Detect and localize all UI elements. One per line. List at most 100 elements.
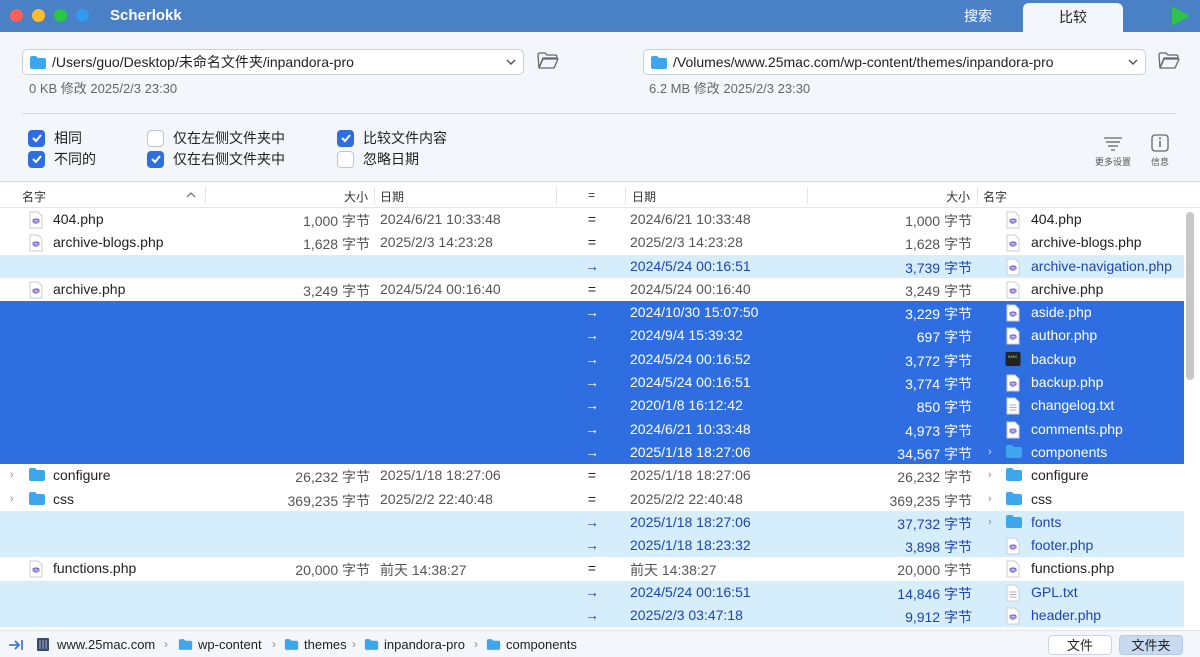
table-row[interactable]: › css 369,235 字节 2025/2/2 22:40:48 = 2025/2/2… xyxy=(0,487,1184,511)
option-ignore-date[interactable]: 忽略日期 xyxy=(337,149,419,169)
right-file-name: 404.php xyxy=(1031,211,1082,227)
option-same[interactable]: 相同 xyxy=(28,128,82,148)
info-label: 信息 xyxy=(1150,157,1169,167)
right-file-size: 3,249 字节 xyxy=(905,282,972,299)
table-row[interactable]: → 2024/10/30 15:07:50 3,229 字节 php aside.php xyxy=(0,301,1184,325)
tab-search[interactable]: 搜索 xyxy=(928,0,1028,32)
checkbox-checked-icon[interactable] xyxy=(28,129,45,147)
table-row[interactable]: php 404.php 1,000 字节 2024/6/21 10:33:48 = 202… xyxy=(0,208,1184,232)
option-left-only[interactable]: 仅在左侧文件夹中 xyxy=(147,128,285,148)
expand-chevron-icon[interactable]: › xyxy=(988,469,992,481)
table-row[interactable]: php functions.php 20,000 字节 前天 14:38:27 = 前天 … xyxy=(0,557,1184,581)
table-row[interactable]: → 2020/1/8 16:12:42 850 字节 changelog.txt xyxy=(0,394,1184,418)
minimize-window-button[interactable] xyxy=(32,9,45,22)
table-row[interactable]: → 2025/1/18 18:23:32 3,898 字节 php footer.php xyxy=(0,534,1184,558)
more-settings-button[interactable]: 更多设置 xyxy=(1091,134,1135,168)
open-folder-icon[interactable] xyxy=(537,52,559,70)
compare-status: → xyxy=(585,327,599,344)
sync-arrow-icon[interactable] xyxy=(8,638,30,652)
table-row[interactable]: → 2025/2/3 03:47:18 9,912 字节 php header.php xyxy=(0,604,1184,628)
table-row[interactable]: → 2025/1/18 18:27:06 37,732 字节 › fonts xyxy=(0,510,1184,535)
compare-header: /Users/guo/Desktop/未命名文件夹/inpandora-pro … xyxy=(0,32,1200,182)
col-name-right[interactable]: 名字 xyxy=(983,188,1007,205)
right-path-info: 6.2 MB 修改 2025/2/3 23:30 xyxy=(649,81,811,96)
table-row[interactable]: php archive-blogs.php 1,628 字节 2025/2/3 14:… xyxy=(0,231,1184,255)
svg-text:php: php xyxy=(32,288,40,293)
php-file-icon: php xyxy=(28,234,44,255)
comparison-list[interactable]: php 404.php 1,000 字节 2024/6/21 10:33:48 = 202… xyxy=(0,208,1184,628)
divider xyxy=(22,113,1176,114)
table-row[interactable]: › configure 26,232 字节 2025/1/18 18:27:06 = 20… xyxy=(0,464,1184,488)
table-row[interactable]: → 2024/9/4 15:39:32 697 字节 php author.php xyxy=(0,324,1184,348)
expand-chevron-icon[interactable]: › xyxy=(10,469,14,481)
svg-text:php: php xyxy=(1009,428,1017,433)
col-date-left[interactable]: 日期 xyxy=(380,188,404,205)
expand-chevron-icon[interactable]: › xyxy=(10,493,14,505)
breadcrumb-4[interactable]: components xyxy=(486,637,577,652)
app-indicator-icon xyxy=(76,9,89,22)
right-path-combo[interactable]: /Volumes/www.25mac.com/wp-content/themes… xyxy=(643,49,1146,75)
col-date-right[interactable]: 日期 xyxy=(632,188,656,205)
php-file-icon: php xyxy=(1005,211,1021,232)
svg-text:exec: exec xyxy=(1008,354,1018,359)
checkbox-checked-icon[interactable] xyxy=(337,129,354,147)
checkbox-unchecked-icon[interactable] xyxy=(147,129,164,147)
breadcrumb-1[interactable]: wp-content xyxy=(178,637,262,652)
table-row[interactable]: php archive.php 3,249 字节 2024/5/24 00:16:40… xyxy=(0,277,1184,302)
right-file-size: 3,229 字节 xyxy=(905,306,972,323)
folder-icon xyxy=(364,639,379,650)
right-file-name: backup.php xyxy=(1031,374,1104,391)
left-path-combo[interactable]: /Users/guo/Desktop/未命名文件夹/inpandora-pro xyxy=(22,49,524,75)
right-file-date: 2025/2/3 14:23:28 xyxy=(630,234,743,251)
table-row[interactable]: → 2025/1/18 18:27:06 34,567 字节 › components xyxy=(0,440,1184,465)
option-right-only[interactable]: 仅在右侧文件夹中 xyxy=(147,149,285,169)
server-icon xyxy=(37,638,49,651)
executable-icon: exec xyxy=(1005,351,1021,370)
close-window-button[interactable] xyxy=(10,9,23,22)
option-different[interactable]: 不同的 xyxy=(28,149,96,169)
expand-chevron-icon[interactable]: › xyxy=(988,516,992,528)
option-compare-content[interactable]: 比较文件内容 xyxy=(337,128,447,148)
expand-chevron-icon[interactable]: › xyxy=(988,493,992,505)
compare-status: → xyxy=(585,397,599,414)
checkbox-unchecked-icon[interactable] xyxy=(337,150,354,168)
chevron-right-icon: › xyxy=(474,637,478,651)
info-button[interactable]: 信息 xyxy=(1138,134,1182,168)
svg-text:php: php xyxy=(1009,382,1017,387)
table-row[interactable]: → 2024/5/24 00:16:51 3,774 字节 php backup.php xyxy=(0,371,1184,395)
col-size-right[interactable]: 大小 xyxy=(946,188,970,205)
right-file-size: 4,973 字节 xyxy=(905,422,972,439)
table-row[interactable]: → 2024/5/24 00:16:52 3,772 字节 exec backup xyxy=(0,347,1184,372)
col-eq[interactable]: = xyxy=(588,188,595,202)
left-path-info: 0 KB 修改 2025/2/3 23:30 xyxy=(29,81,178,96)
option-left-only-label: 仅在左侧文件夹中 xyxy=(173,130,285,146)
left-file-name: configure xyxy=(53,467,111,484)
scrollbar[interactable] xyxy=(1186,212,1194,380)
folder-icon xyxy=(651,55,667,69)
run-compare-button[interactable] xyxy=(1168,4,1192,28)
breadcrumb-0[interactable]: www.25mac.com xyxy=(57,637,155,652)
show-folders-button[interactable]: 文件夹 xyxy=(1119,635,1183,655)
option-same-label: 相同 xyxy=(54,130,82,146)
open-folder-icon[interactable] xyxy=(1158,52,1180,70)
checkbox-checked-icon[interactable] xyxy=(28,150,45,168)
col-size-left[interactable]: 大小 xyxy=(344,188,368,205)
col-name-left[interactable]: 名字 xyxy=(22,188,46,205)
right-file-name: fonts xyxy=(1031,513,1062,530)
breadcrumb-3[interactable]: inpandora-pro xyxy=(364,637,465,652)
left-file-name: archive-blogs.php xyxy=(53,234,164,251)
breadcrumb-2[interactable]: themes xyxy=(284,637,347,652)
option-compare-content-label: 比较文件内容 xyxy=(363,130,447,146)
show-files-button[interactable]: 文件 xyxy=(1048,635,1112,655)
table-row[interactable]: → 2024/5/24 00:16:51 3,739 字节 php archive-na… xyxy=(0,254,1184,278)
checkbox-checked-icon[interactable] xyxy=(147,150,164,168)
expand-chevron-icon[interactable]: › xyxy=(988,446,992,458)
left-file-name: functions.php xyxy=(53,560,137,577)
sort-ascending-icon[interactable] xyxy=(186,191,196,199)
zoom-window-button[interactable] xyxy=(54,9,67,22)
table-row[interactable]: → 2024/6/21 10:33:48 4,973 字节 php comments.p… xyxy=(0,417,1184,441)
folder-icon xyxy=(1005,444,1023,462)
table-row[interactable]: → 2024/5/24 00:16:51 14,846 字节 GPL.txt xyxy=(0,580,1184,605)
tab-compare[interactable]: 比较 xyxy=(1023,3,1123,33)
right-file-name: archive-navigation.php xyxy=(1031,257,1172,274)
